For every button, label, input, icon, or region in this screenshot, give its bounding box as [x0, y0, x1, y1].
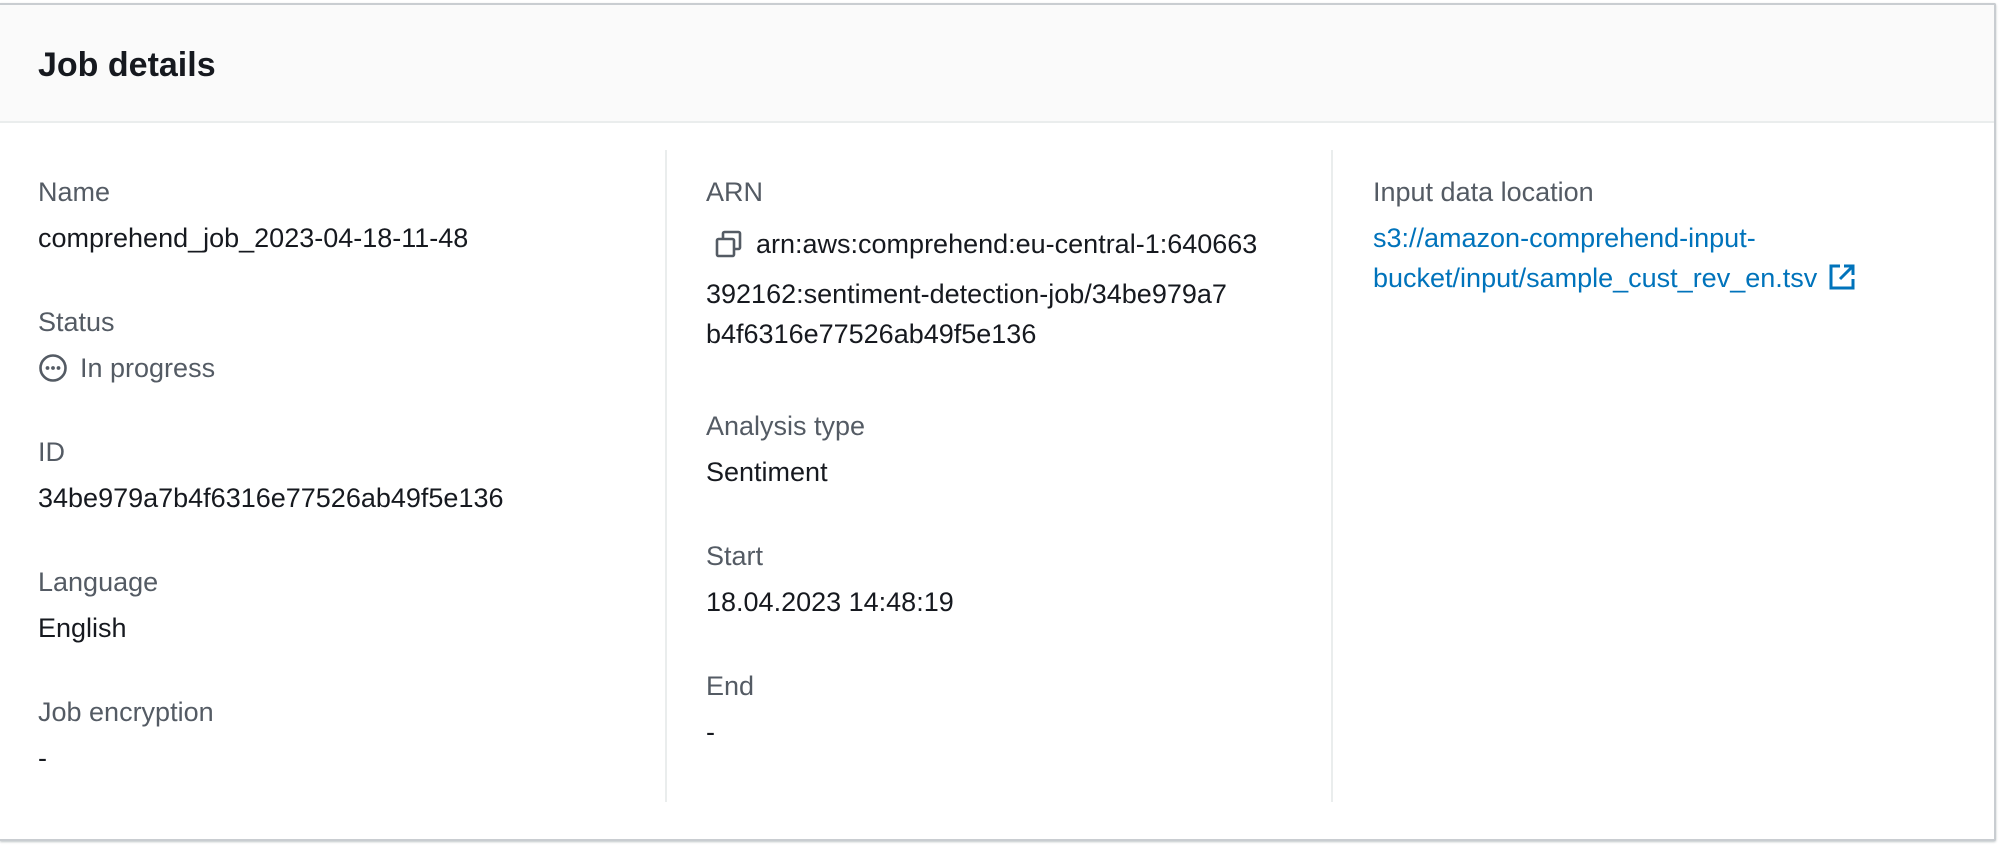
- encryption-value: -: [38, 743, 47, 773]
- id-label: ID: [38, 437, 65, 467]
- copy-icon: [715, 230, 742, 258]
- start-field: Start 18.04.2023 14:48:19: [706, 538, 1306, 622]
- start-value: 18.04.2023 14:48:19: [706, 587, 954, 617]
- input-location-label: Input data location: [1373, 177, 1594, 207]
- end-label: End: [706, 671, 755, 701]
- external-link-icon: [1829, 264, 1855, 290]
- encryption-label: Job encryption: [38, 697, 214, 727]
- analysis-type-value: Sentiment: [706, 457, 828, 487]
- status-indicator: In progress: [38, 348, 658, 388]
- input-location-line1: s3://amazon-comprehend-input-: [1373, 223, 1756, 253]
- column-divider: [1331, 150, 1333, 802]
- start-label: Start: [706, 541, 764, 571]
- arn-value-line3: b4f6316e77526ab49f5e136: [706, 319, 1037, 349]
- arn-value-line1: arn:aws:comprehend:eu-central-1:640663: [756, 228, 1258, 259]
- language-label: Language: [38, 567, 159, 597]
- in-progress-icon: [39, 354, 67, 382]
- end-value: -: [706, 717, 715, 747]
- status-field: Status In progress: [38, 304, 658, 388]
- copy-arn-button[interactable]: [712, 227, 746, 261]
- language-field: Language English: [38, 564, 658, 648]
- id-field: ID 34be979a7b4f6316e77526ab49f5e136: [38, 434, 658, 518]
- panel-title: Job details: [38, 46, 216, 84]
- end-field: End -: [706, 668, 1306, 752]
- arn-value-line2: 392162:sentiment-detection-job/34be979a7: [706, 279, 1227, 309]
- analysis-type-label: Analysis type: [706, 411, 866, 441]
- arn-label: ARN: [706, 177, 764, 207]
- status-label: Status: [38, 307, 115, 337]
- id-value: 34be979a7b4f6316e77526ab49f5e136: [38, 483, 504, 513]
- language-value: English: [38, 613, 127, 643]
- details-column-1: Name comprehend_job_2023-04-18-11-48 Sta…: [38, 150, 658, 802]
- arn-first-line: arn:aws:comprehend:eu-central-1:640663: [706, 224, 1306, 264]
- name-label: Name: [38, 177, 111, 207]
- input-location-line2: bucket/input/sample_cust_rev_en.tsv: [1373, 263, 1818, 293]
- input-location-field: Input data location s3://amazon-comprehe…: [1373, 174, 1973, 298]
- encryption-field: Job encryption -: [38, 694, 658, 778]
- panel-header: Job details: [0, 5, 1994, 123]
- details-column-3: Input data location s3://amazon-comprehe…: [1373, 150, 1973, 802]
- status-text: In progress: [80, 353, 216, 383]
- column-divider: [665, 150, 667, 802]
- name-value: comprehend_job_2023-04-18-11-48: [38, 223, 469, 253]
- arn-field: ARN arn:aws:comprehend:eu-central-1:6406…: [706, 174, 1306, 354]
- details-column-2: ARN arn:aws:comprehend:eu-central-1:6406…: [706, 150, 1306, 802]
- analysis-type-field: Analysis type Sentiment: [706, 408, 1306, 492]
- input-location-link[interactable]: s3://amazon-comprehend-input- bucket/inp…: [1373, 218, 1973, 298]
- name-field: Name comprehend_job_2023-04-18-11-48: [38, 174, 658, 258]
